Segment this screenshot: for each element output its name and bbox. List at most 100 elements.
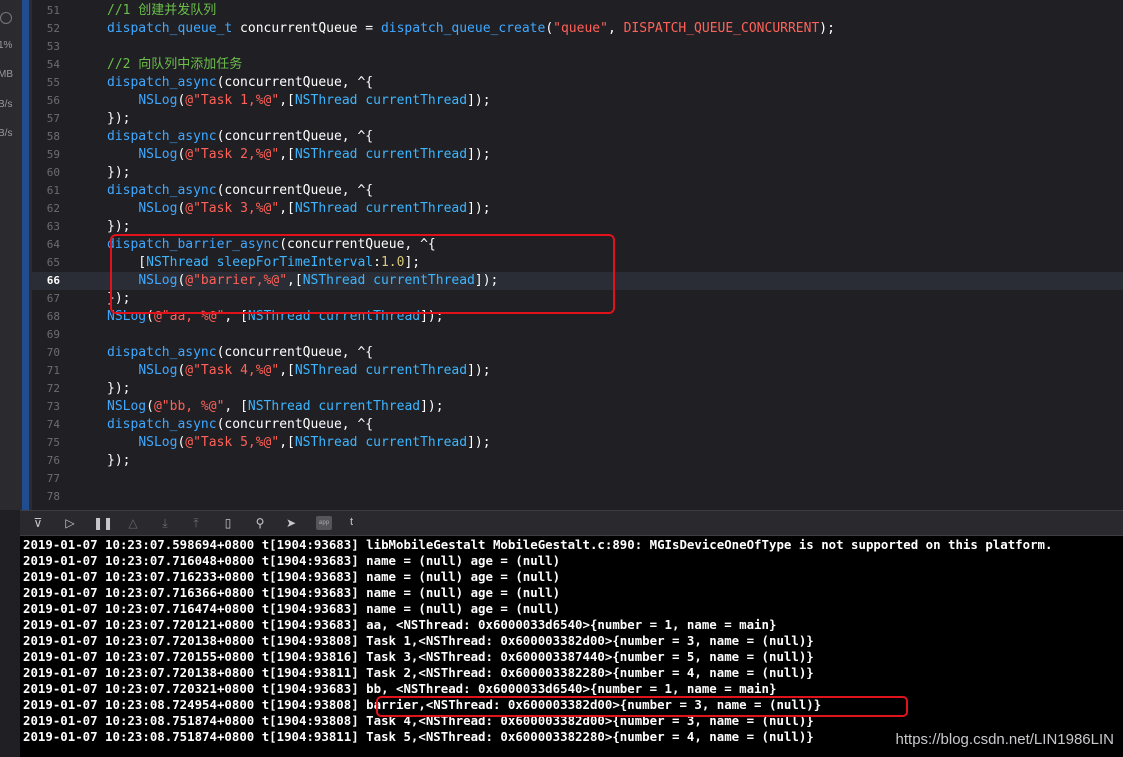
line-number[interactable]: 60 bbox=[32, 164, 60, 182]
code-line[interactable]: 58 dispatch_async(concurrentQueue, ^{ bbox=[32, 128, 1123, 146]
line-number[interactable]: 76 bbox=[32, 452, 60, 470]
app-icon: app bbox=[316, 516, 332, 530]
code-text: }); bbox=[107, 452, 130, 470]
code-editor[interactable]: 51 //1 创建并发队列 52 dispatch_queue_t concurren… bbox=[32, 0, 1123, 510]
line-number[interactable]: 59 bbox=[32, 146, 60, 164]
line-number[interactable]: 70 bbox=[32, 344, 60, 362]
line-number[interactable]: 63 bbox=[32, 218, 60, 236]
line-number[interactable]: 67 bbox=[32, 290, 60, 308]
line-number[interactable]: 58 bbox=[32, 128, 60, 146]
line-number[interactable]: 53 bbox=[32, 38, 60, 56]
line-number[interactable]: 65 bbox=[32, 254, 60, 272]
code-line[interactable]: 61 dispatch_async(concurrentQueue, ^{ bbox=[32, 182, 1123, 200]
log-line: 2019-01-07 10:23:07.716048+0800 t[1904:9… bbox=[23, 553, 561, 568]
step-out-icon[interactable]: ⤒ bbox=[188, 516, 204, 530]
cpu-gauge-icon[interactable] bbox=[0, 12, 12, 24]
breakpoints-toggle-icon[interactable]: ▷ bbox=[62, 516, 78, 530]
code-token: ,[ bbox=[279, 93, 295, 108]
log-line: 2019-01-07 10:23:07.720121+0800 t[1904:9… bbox=[23, 617, 777, 632]
line-number[interactable]: 74 bbox=[32, 416, 60, 434]
code-token: currentThread bbox=[318, 399, 421, 414]
line-number[interactable]: 68 bbox=[32, 308, 60, 326]
line-number[interactable]: 62 bbox=[32, 200, 60, 218]
step-into-icon[interactable]: ⤓ bbox=[157, 516, 173, 530]
simulate-location-icon[interactable]: ➤ bbox=[283, 516, 299, 530]
pause-icon[interactable]: ❚❚ bbox=[93, 516, 113, 530]
line-number[interactable]: 54 bbox=[32, 56, 60, 74]
step-over-icon[interactable]: △ bbox=[125, 516, 141, 530]
code-token: currentThread bbox=[365, 93, 468, 108]
line-number[interactable]: 77 bbox=[32, 470, 60, 488]
code-token: ,[ bbox=[279, 363, 295, 378]
code-line[interactable]: 62 NSLog(@"Task 3,%@",[NSThread currentT… bbox=[32, 200, 1123, 218]
console-output[interactable]: 2019-01-07 10:23:07.598694+0800 t[1904:9… bbox=[20, 536, 1123, 757]
memory-graph-icon[interactable]: ⚲ bbox=[252, 516, 268, 530]
code-line[interactable]: 77 bbox=[32, 470, 1123, 488]
line-number[interactable]: 73 bbox=[32, 398, 60, 416]
code-line[interactable]: 71 NSLog(@"Task 4,%@",[NSThread currentT… bbox=[32, 362, 1123, 380]
code-token: NSThread bbox=[294, 93, 358, 108]
line-number[interactable]: 56 bbox=[32, 92, 60, 110]
code-line[interactable]: 60}); bbox=[32, 164, 1123, 182]
code-token: ,[ bbox=[279, 435, 295, 450]
code-line[interactable]: 73 NSLog(@"bb, %@", [NSThread currentThre… bbox=[32, 398, 1123, 416]
disk-label: B/s bbox=[0, 99, 13, 110]
code-token: currentThread bbox=[365, 147, 468, 162]
line-number[interactable]: 51 bbox=[32, 2, 60, 20]
cpu-label: 1% bbox=[0, 40, 13, 51]
code-token: //2 向队列中添加任务 bbox=[107, 57, 243, 72]
code-line[interactable]: 75 NSLog(@"Task 5,%@",[NSThread currentT… bbox=[32, 434, 1123, 452]
code-token: "queue" bbox=[553, 21, 608, 36]
line-number[interactable]: 52 bbox=[32, 20, 60, 38]
line-number[interactable]: 78 bbox=[32, 488, 60, 506]
code-token: ,[ bbox=[279, 201, 295, 216]
code-line[interactable]: 74 dispatch_async(concurrentQueue, ^{ bbox=[32, 416, 1123, 434]
line-number[interactable]: 66 bbox=[32, 272, 60, 290]
line-number[interactable]: 64 bbox=[32, 236, 60, 254]
code-line[interactable]: 70 dispatch_async(concurrentQueue, ^{ bbox=[32, 344, 1123, 362]
code-token: NSLog bbox=[138, 147, 178, 162]
debug-toolbar: ⊽ ▷ ❚❚ △ ⤓ ⤒ ▯ ⚲ ➤ app t bbox=[20, 510, 1123, 536]
code-line[interactable]: 55 dispatch_async(concurrentQueue, ^{ bbox=[32, 74, 1123, 92]
log-line: 2019-01-07 10:23:07.720138+0800 t[1904:9… bbox=[23, 633, 814, 648]
code-token: dispatch_queue_t bbox=[107, 21, 233, 36]
code-line[interactable]: 76}); bbox=[32, 452, 1123, 470]
code-line[interactable]: 52 dispatch_queue_t concurrentQueue = dis… bbox=[32, 20, 1123, 38]
log-line: 2019-01-07 10:23:07.716366+0800 t[1904:9… bbox=[23, 585, 561, 600]
code-token: (concurrentQueue, ^{ bbox=[216, 129, 374, 144]
code-line[interactable]: 69 bbox=[32, 326, 1123, 344]
view-hierarchy-icon[interactable]: ▯ bbox=[220, 516, 236, 530]
line-number[interactable]: 57 bbox=[32, 110, 60, 128]
line-number[interactable]: 75 bbox=[32, 434, 60, 452]
code-token: NSThread bbox=[294, 363, 358, 378]
process-label[interactable]: t bbox=[350, 516, 353, 528]
line-number[interactable]: 55 bbox=[32, 74, 60, 92]
code-line[interactable]: 53 bbox=[32, 38, 1123, 56]
hide-debug-area-icon[interactable]: ⊽ bbox=[30, 516, 46, 530]
code-token: ,[ bbox=[279, 147, 295, 162]
line-number[interactable]: 69 bbox=[32, 326, 60, 344]
code-token: @"Task 4,%@" bbox=[185, 363, 280, 378]
code-token: (concurrentQueue, ^{ bbox=[216, 345, 374, 360]
breakpoint-gutter[interactable] bbox=[22, 0, 29, 510]
code-token: //1 创建并发队列 bbox=[107, 3, 217, 18]
code-token: NSLog bbox=[138, 435, 178, 450]
barrier-log-highlight-box bbox=[376, 696, 908, 717]
code-line[interactable]: 78 bbox=[32, 488, 1123, 506]
code-token: NSLog bbox=[107, 399, 147, 414]
line-number[interactable]: 61 bbox=[32, 182, 60, 200]
code-line[interactable]: 56 NSLog(@"Task 1,%@",[NSThread currentT… bbox=[32, 92, 1123, 110]
line-number[interactable]: 72 bbox=[32, 380, 60, 398]
line-number[interactable]: 71 bbox=[32, 362, 60, 380]
code-token: dispatch_async bbox=[107, 345, 217, 360]
code-token: dispatch_async bbox=[107, 417, 217, 432]
code-token: @"Task 1,%@" bbox=[185, 93, 280, 108]
code-token: , bbox=[607, 21, 624, 36]
code-line[interactable]: 57}); bbox=[32, 110, 1123, 128]
code-line[interactable]: 51 //1 创建并发队列 bbox=[32, 2, 1123, 20]
code-token: ]); bbox=[467, 435, 491, 450]
code-line[interactable]: 54 //2 向队列中添加任务 bbox=[32, 56, 1123, 74]
code-line[interactable]: 59 NSLog(@"Task 2,%@",[NSThread currentT… bbox=[32, 146, 1123, 164]
code-line[interactable]: 72}); bbox=[32, 380, 1123, 398]
